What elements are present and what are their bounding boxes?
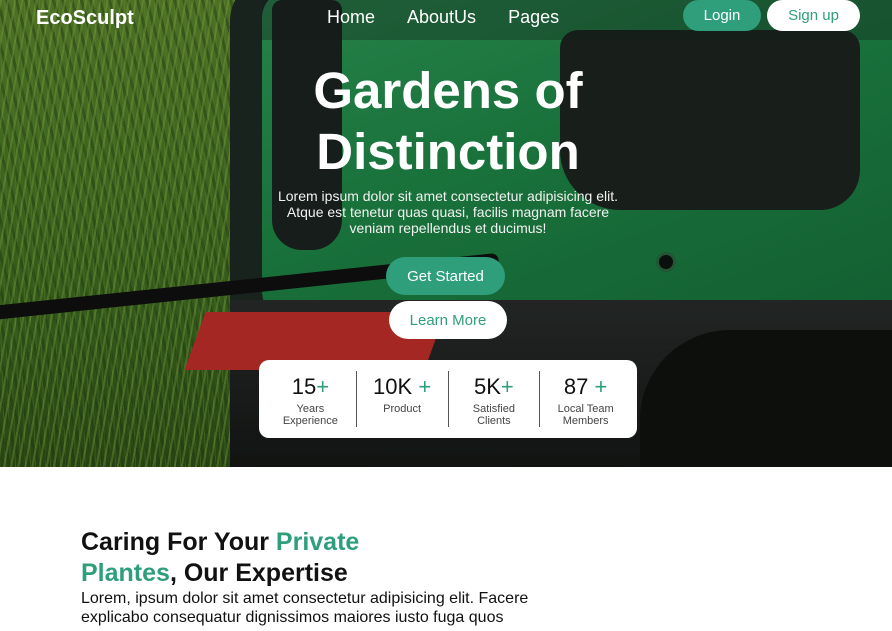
nav-link-pages[interactable]: Pages: [508, 7, 559, 28]
stats-card: 15+ Years Experience 10K + Product 5K+ S…: [259, 360, 637, 438]
hero-description: Lorem ipsum dolor sit amet consectetur a…: [277, 188, 619, 236]
stat-local-team-members: 87 + Local Team Members: [540, 371, 631, 427]
nav-link-aboutus[interactable]: AboutUs: [407, 7, 476, 28]
stat-label: Product: [383, 403, 422, 415]
hero-title: Gardens of Distinction: [250, 60, 646, 182]
stat-label: Satisfied Clients: [472, 403, 515, 427]
login-button[interactable]: Login: [683, 0, 761, 31]
stat-label: Local Team Members: [557, 403, 614, 427]
navbar: EcoSculpt Home AboutUs Pages Login Sign …: [0, 0, 892, 40]
stat-value: 87 +: [563, 374, 608, 399]
section-title: Caring For Your Private Plantes, Our Expe…: [81, 528, 360, 587]
stat-years-experience: 15+ Years Experience: [265, 371, 357, 427]
stat-value: 15+: [291, 374, 330, 399]
stat-label: Years Experience: [282, 403, 338, 427]
logo[interactable]: EcoSculpt: [36, 7, 134, 30]
hero-title-line1: Gardens of: [313, 62, 583, 119]
signup-button[interactable]: Sign up: [767, 0, 860, 31]
stat-value: 5K+: [473, 374, 514, 399]
stat-product: 10K + Product: [357, 371, 449, 427]
section-body-text: Lorem, ipsum dolor sit amet consectetur …: [81, 590, 529, 626]
stat-satisfied-clients: 5K+ Satisfied Clients: [449, 371, 541, 427]
hero-title-line2: Distinction: [316, 123, 580, 180]
learn-more-button[interactable]: Learn More: [389, 301, 507, 339]
hero-section: EcoSculpt Home AboutUs Pages Login Sign …: [0, 0, 892, 467]
get-started-button[interactable]: Get Started: [386, 257, 505, 295]
nav-links: Home AboutUs Pages: [327, 7, 559, 28]
nav-link-home[interactable]: Home: [327, 7, 375, 28]
stat-value: 10K +: [373, 374, 432, 399]
